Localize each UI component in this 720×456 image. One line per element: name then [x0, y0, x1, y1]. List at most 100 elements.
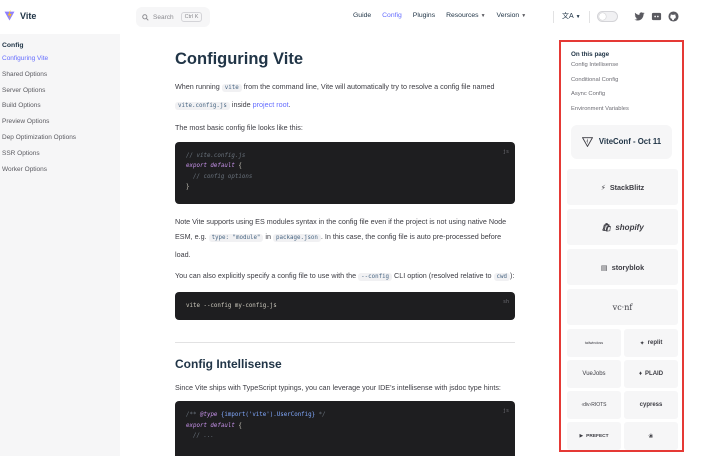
- nav-divider: [589, 11, 590, 23]
- search-shortcut: Ctrl K: [180, 12, 203, 22]
- sponsor-cypress[interactable]: cypress: [624, 391, 678, 419]
- code-language-label: js: [502, 408, 509, 414]
- sidebar-item-worker-options[interactable]: Worker Options: [2, 166, 118, 182]
- search-button[interactable]: Search Ctrl K: [136, 7, 210, 27]
- viteconf-banner[interactable]: ViteConf - Oct 11: [571, 124, 672, 159]
- code-language-label: js: [502, 148, 509, 155]
- sponsor-stackblitz[interactable]: ⚡ StackBlitz: [567, 169, 678, 205]
- text: from the command line, Vite will automat…: [241, 82, 495, 91]
- sponsor-plaid[interactable]: ♦ PLAID: [624, 360, 678, 388]
- sidebar-item-build-options[interactable]: Build Options: [2, 102, 118, 118]
- text: You can also explicitly specify a config…: [175, 271, 359, 280]
- aside-panel: On this page Config Intellisense Conditi…: [559, 40, 684, 452]
- esm-note-paragraph: Note Vite supports using ES modules synt…: [175, 214, 515, 263]
- inline-code: cwd: [493, 273, 511, 281]
- toc-item-async-config[interactable]: Async Config: [571, 91, 672, 106]
- sponsor-name: tailwindcss: [584, 341, 604, 345]
- sponsor-unknown[interactable]: ❀: [624, 422, 678, 450]
- brand-link[interactable]: Vite: [4, 10, 36, 21]
- doc-content: Configuring Vite When running vite from …: [175, 50, 515, 456]
- code-text: {: [234, 422, 242, 429]
- sponsor-vuejobs[interactable]: VueJobs: [567, 360, 621, 388]
- sponsor-name: shopify: [615, 222, 644, 232]
- code-line: }: [186, 184, 190, 190]
- code-block-cli: sh vite --config my-config.js: [175, 291, 515, 320]
- nav-menu: Guide Config Plugins Resources ▼ Version ▼: [353, 12, 526, 19]
- chevron-down-icon: ▼: [521, 13, 527, 19]
- toc-item-environment-variables[interactable]: Environment Variables: [571, 106, 672, 121]
- sponsor-replit[interactable]: ✦ replit: [624, 329, 678, 357]
- shopping-bag-icon: 🛍: [601, 222, 612, 232]
- text: in: [263, 232, 274, 241]
- sponsor-name: PREFECT: [586, 433, 609, 439]
- sponsor-name: VueJobs: [582, 371, 606, 377]
- nav-version-label: Version: [496, 12, 520, 19]
- translations-button[interactable]: 文​A ▼: [562, 11, 581, 21]
- sponsor-name: replit: [647, 340, 663, 346]
- code-line: export default {: [186, 421, 504, 432]
- nav-config[interactable]: Config: [382, 12, 402, 19]
- sponsor-divriots[interactable]: ‹div›RIOTS: [567, 391, 621, 419]
- nav-plugins[interactable]: Plugins: [413, 12, 435, 19]
- sponsor-tailwind[interactable]: tailwindcss: [567, 329, 621, 357]
- brand-name: Vite: [20, 10, 37, 21]
- sidebar-item-preview-options[interactable]: Preview Options: [2, 118, 118, 134]
- appearance-toggle[interactable]: [597, 11, 618, 22]
- twitter-icon[interactable]: [634, 11, 645, 22]
- nav-version[interactable]: Version ▼: [497, 12, 527, 19]
- sponsor-name: cypress: [639, 402, 663, 408]
- viteconf-logo-icon: [581, 137, 593, 148]
- text: CLI option (resolved relative to: [392, 271, 494, 280]
- sidebar-item-ssr-options[interactable]: SSR Options: [2, 150, 118, 166]
- sponsor-row: ▶ PREFECT ❀: [567, 422, 678, 450]
- github-icon[interactable]: [668, 11, 679, 22]
- toc-title: On this page: [571, 51, 610, 58]
- inline-code: vite.config.js: [175, 101, 230, 110]
- code-line: export default {: [186, 161, 504, 172]
- sponsor-row: tailwindcss ✦ replit: [567, 329, 678, 357]
- sidebar-item-dep-optimization-options[interactable]: Dep Optimization Options: [2, 134, 118, 150]
- sun-icon: [599, 13, 606, 20]
- code-tag: @type: [199, 412, 218, 418]
- nav-resources[interactable]: Resources ▼: [446, 12, 485, 19]
- search-label: Search: [153, 13, 174, 21]
- code-comment: */: [315, 412, 326, 418]
- code-line: // vite.config.js: [186, 152, 246, 159]
- sidebar-item-shared-options[interactable]: Shared Options: [2, 71, 118, 87]
- sponsor-name: storyblok: [611, 262, 645, 272]
- code-comment: /**: [186, 412, 200, 418]
- sponsors-list: ⚡ StackBlitz 🛍 shopify ▤ storyblok vc·nf ta…: [567, 169, 678, 453]
- basic-config-paragraph: The most basic config file looks like th…: [175, 123, 303, 132]
- toc-item-conditional-config[interactable]: Conditional Config: [571, 77, 672, 92]
- storyblok-icon: ▤: [600, 262, 608, 272]
- sponsor-vcnf[interactable]: vc·nf: [567, 289, 678, 325]
- inline-code: type: "module": [208, 234, 264, 242]
- replit-icon: ✦: [639, 340, 645, 347]
- search-icon: [142, 13, 149, 21]
- vite-logo-icon: [4, 10, 15, 21]
- section-heading-config-intellisense: Config Intellisense: [175, 356, 282, 371]
- viteconf-label: ViteConf - Oct 11: [598, 137, 662, 147]
- sidebar-item-configuring-vite[interactable]: Configuring Vite: [2, 55, 118, 71]
- chevron-down-icon: ▼: [575, 14, 581, 20]
- code-block-basic-config: js // vite.config.js export default { //…: [175, 141, 515, 204]
- intellisense-paragraph: Since Vite ships with TypeScript typings…: [175, 382, 501, 392]
- project-root-link[interactable]: project root: [253, 100, 289, 109]
- code-line: vite --config my-config.js: [186, 302, 277, 309]
- plaid-icon: ♦: [638, 371, 643, 377]
- nav-guide[interactable]: Guide: [353, 12, 371, 19]
- lightning-icon: ⚡: [600, 182, 606, 192]
- sponsor-shopify[interactable]: 🛍 shopify: [567, 209, 678, 245]
- translate-icon: 文​A: [562, 13, 574, 20]
- sponsor-storyblok[interactable]: ▤ storyblok: [567, 249, 678, 285]
- sidebar-item-server-options[interactable]: Server Options: [2, 87, 118, 103]
- toc-item-config-intellisense[interactable]: Config Intellisense: [571, 62, 672, 77]
- sponsor-prefect[interactable]: ▶ PREFECT: [567, 422, 621, 450]
- sidebar-section-title: Config: [2, 42, 24, 49]
- nav-resources-label: Resources: [446, 12, 479, 19]
- config-option-paragraph: You can also explicitly specify a config…: [175, 268, 515, 286]
- discord-icon[interactable]: [651, 11, 662, 22]
- code-block-intellisense: js /** @type {import('vite').UserConfig}…: [175, 401, 515, 456]
- sponsor-logo-icon: ❀: [648, 433, 654, 440]
- sponsor-name: StackBlitz: [609, 182, 645, 192]
